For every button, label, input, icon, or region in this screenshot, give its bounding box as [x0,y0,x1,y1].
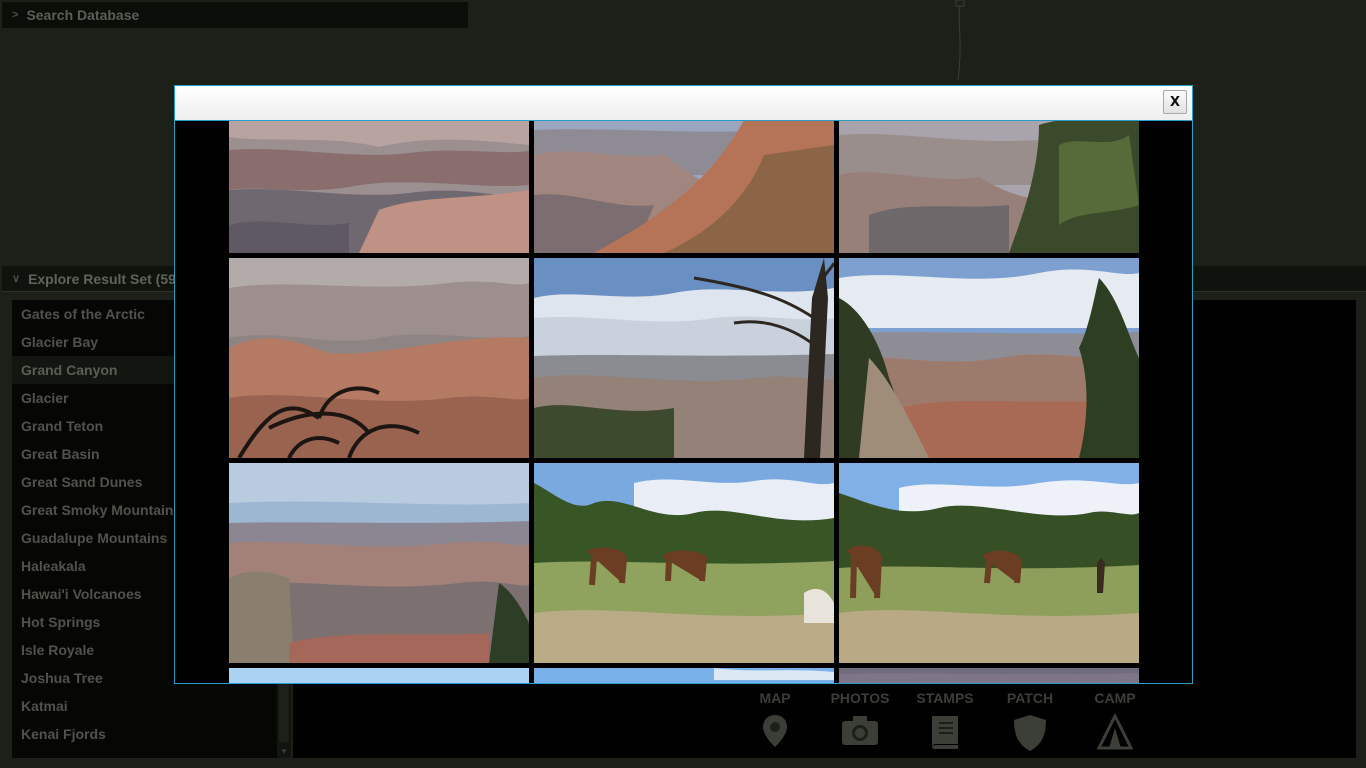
book-icon [932,716,958,749]
photos-label: PHOTOS [830,690,890,706]
gallery-photo[interactable] [229,258,529,458]
camp-label: CAMP [1094,690,1136,706]
search-database-panel[interactable]: > Search Database [2,2,468,28]
gallery-photo[interactable] [229,668,529,683]
patch-button[interactable]: PATCH [995,690,1065,752]
gallery-photo[interactable] [229,121,529,253]
photos-button[interactable]: PHOTOS [825,690,895,746]
photo-gallery-dialog: X [174,85,1193,684]
patch-label: PATCH [1006,690,1054,706]
gallery-photo[interactable] [534,463,834,663]
gallery-photo[interactable] [839,121,1139,253]
map-button[interactable]: MAP [740,690,810,748]
map-pin-icon [763,715,787,747]
result-set-title: Explore Result Set (59 [28,270,176,287]
gallery-photo[interactable] [534,668,834,683]
map-label: MAP [759,690,791,706]
shield-icon [1014,715,1046,751]
camp-button[interactable]: CAMP [1080,690,1150,750]
stamps-button[interactable]: STAMPS [910,690,980,750]
stamps-label: STAMPS [916,690,974,706]
dialog-header: X [175,86,1192,121]
gallery-photo[interactable] [839,463,1139,663]
search-database-label: Search Database [26,7,140,23]
chevron-down-icon: ∨ [12,273,21,285]
scroll-down-arrow-icon[interactable]: ▼ [277,747,291,756]
close-button[interactable]: X [1163,90,1187,114]
gallery-photo[interactable] [534,258,834,458]
gallery-photo[interactable] [839,258,1139,458]
gallery-photo[interactable] [534,121,834,253]
chevron-right-icon: > [12,9,19,21]
park-list-item[interactable]: Kenai Fjords [12,720,277,748]
connector-line-icon [955,0,965,80]
gallery-photo[interactable] [229,463,529,663]
tent-icon [1097,714,1133,750]
gallery-photo[interactable] [839,668,1139,683]
photo-gallery[interactable] [175,121,1192,683]
camera-icon [842,716,878,745]
park-list-item[interactable]: Katmai [12,692,277,720]
